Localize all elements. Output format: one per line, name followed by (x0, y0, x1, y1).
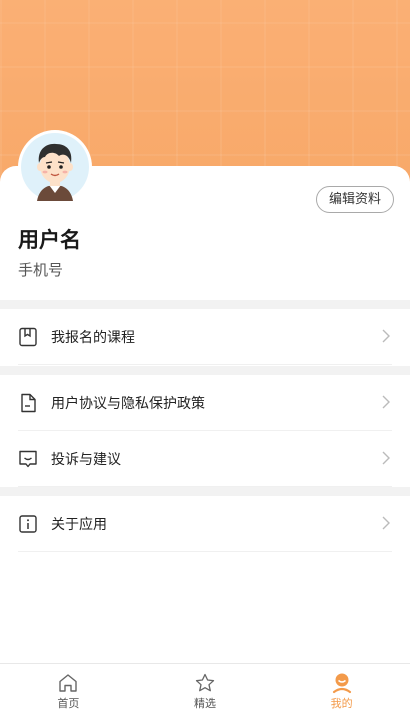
chevron-right-icon (382, 516, 390, 530)
menu-item-label: 投诉与建议 (51, 451, 121, 468)
menu-group-courses: 我报名的课程 (0, 309, 410, 365)
chevron-right-icon (382, 395, 390, 409)
feedback-icon (18, 449, 38, 469)
chevron-right-icon (382, 451, 390, 465)
star-icon (195, 673, 215, 692)
chevron-right-icon (382, 329, 390, 343)
menu-item-agreement-privacy[interactable]: 用户协议与隐私保护政策 (18, 375, 392, 431)
section-divider (0, 366, 410, 375)
edit-profile-button[interactable]: 编辑资料 (315, 186, 394, 213)
profile-icon (332, 673, 351, 694)
menu-item-label: 关于应用 (51, 516, 107, 533)
menu-group-about: 关于应用 (0, 496, 410, 552)
avatar[interactable] (18, 130, 92, 204)
username: 用户名 (18, 228, 81, 252)
menu-group-legal: 用户协议与隐私保护政策 投诉与建议 (0, 375, 410, 487)
tab-label: 我的 (330, 697, 353, 710)
menu-item-feedback[interactable]: 投诉与建议 (18, 431, 392, 487)
phone-number: 手机号 (18, 261, 64, 279)
menu-item-label: 用户协议与隐私保护政策 (51, 395, 205, 412)
tab-label: 首页 (57, 697, 80, 710)
section-divider (0, 300, 410, 309)
home-icon (59, 674, 78, 692)
tab-home[interactable]: 首页 (0, 664, 137, 713)
section-divider (0, 487, 410, 496)
info-icon (18, 514, 38, 534)
menu-item-about-app[interactable]: 关于应用 (18, 496, 392, 552)
tab-mine[interactable]: 我的 (273, 664, 410, 713)
menu-item-label: 我报名的课程 (51, 329, 135, 346)
menu-item-my-courses[interactable]: 我报名的课程 (18, 309, 392, 365)
tab-featured[interactable]: 精选 (137, 664, 274, 713)
tab-label: 精选 (194, 697, 216, 710)
bookmark-book-icon (18, 327, 38, 347)
document-icon (18, 393, 38, 413)
bottom-tab-bar: 首页 精选 我的 (0, 663, 410, 713)
avatar-face-icon (21, 133, 89, 201)
